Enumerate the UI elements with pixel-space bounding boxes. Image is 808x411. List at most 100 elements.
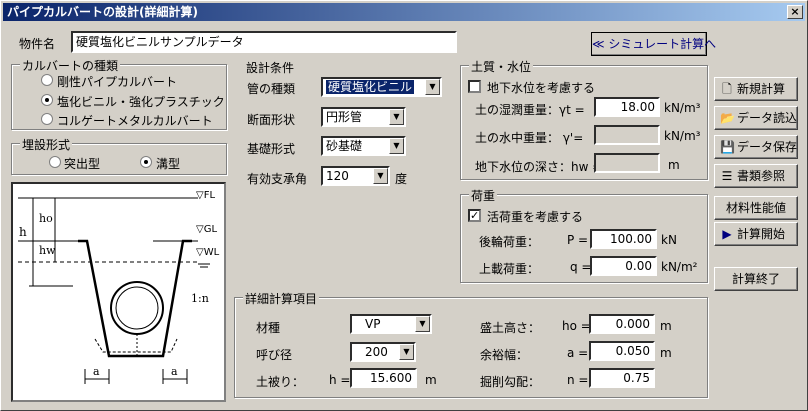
- dropdown-arrow-icon[interactable]: ▼: [399, 344, 414, 360]
- section-shape-label: 断面形状: [247, 113, 296, 127]
- doc-ref-label: 書類参照: [737, 169, 786, 183]
- hw-label: hw: [39, 244, 56, 257]
- project-name-input[interactable]: 硬質塩化ビニルサンプルデータ: [71, 31, 457, 53]
- pipe-type-label: 管の種類: [247, 82, 296, 96]
- doc-ref-button[interactable]: ☰ 書類参照: [714, 164, 798, 188]
- save-data-button[interactable]: 💾 データ保存: [714, 135, 798, 159]
- project-label: 物件名: [19, 37, 56, 51]
- radio-pvc-frp[interactable]: [41, 94, 53, 106]
- radio-pvc-frp-label: 塩化ビニル・強化プラスチック: [57, 95, 225, 109]
- dropdown-arrow-icon[interactable]: ▼: [415, 316, 430, 332]
- fill-height-input[interactable]: 0.000: [589, 314, 655, 334]
- soil-water-title: 土質・水位: [469, 58, 534, 75]
- radio-projecting-label: 突出型: [64, 157, 101, 171]
- design-conditions-title: 設計条件: [244, 59, 297, 76]
- radio-corrugated-label: コルゲートメタルカルバート: [57, 114, 213, 128]
- water-depth-unit: m: [668, 158, 680, 172]
- material-props-button[interactable]: 材料性能値: [714, 196, 798, 220]
- wheel-load-label: 後輪荷重：: [479, 235, 540, 249]
- surcharge-input[interactable]: 0.00: [590, 256, 657, 276]
- surcharge-unit: kN/m²: [661, 260, 698, 274]
- live-load-label: 活荷重を考慮する: [487, 210, 584, 224]
- support-angle-unit: 度: [395, 172, 408, 186]
- wet-weight-label: 土の湿潤重量：γt =: [475, 103, 585, 117]
- nominal-diameter-value: 200: [365, 345, 388, 359]
- burial-type-title: 埋設形式: [20, 136, 73, 153]
- wheel-load-symbol: P =: [567, 233, 589, 247]
- new-calc-button[interactable]: 🗋 新規計算: [714, 77, 798, 101]
- excavation-slope-label: 掘削勾配：: [480, 375, 541, 389]
- save-data-label: データ保存: [737, 140, 798, 154]
- base-type-value: 砂基礎: [326, 139, 363, 153]
- fl-marker: ▽FL: [196, 190, 216, 201]
- submerged-weight-input[interactable]: [594, 125, 660, 145]
- dropdown-arrow-icon[interactable]: ▼: [389, 138, 404, 154]
- close-button[interactable]: ×: [787, 5, 803, 19]
- fill-height-unit: m: [660, 319, 672, 333]
- dropdown-arrow-icon[interactable]: ▼: [389, 109, 404, 125]
- live-load-checkbox[interactable]: ✓: [468, 209, 481, 222]
- margin-width-symbol: a =: [567, 346, 589, 360]
- material-value: VP: [365, 317, 381, 331]
- margin-a-right: a: [171, 365, 178, 378]
- radio-corrugated[interactable]: [41, 113, 53, 125]
- water-depth-label: 地下水位の深さ：hw =: [475, 160, 603, 174]
- window-title: パイプカルバートの設計(詳細計算): [7, 5, 198, 19]
- save-disk-icon: 💾: [720, 140, 735, 154]
- margin-width-label: 余裕幅：: [480, 348, 529, 362]
- main-window: パイプカルバートの設計(詳細計算) × 物件名 硬質塩化ビニルサンプルデータ ≪…: [0, 0, 808, 411]
- new-file-icon: 🗋: [722, 82, 732, 96]
- burial-type-group: 埋設形式: [11, 136, 227, 175]
- support-angle-select[interactable]: 120 ▼: [321, 166, 390, 186]
- fill-height-symbol: ho =: [562, 319, 591, 333]
- radio-rigid-pipe[interactable]: [41, 74, 53, 86]
- dropdown-arrow-icon[interactable]: ▼: [373, 168, 388, 184]
- detail-items-title: 詳細計算項目: [243, 290, 320, 307]
- wheel-load-input[interactable]: 100.00: [590, 229, 657, 249]
- base-type-select[interactable]: 砂基礎 ▼: [321, 136, 406, 156]
- culvert-type-title: カルバートの種類: [20, 57, 121, 74]
- material-select[interactable]: VP ▼: [350, 314, 432, 334]
- wheel-load-unit: kN: [661, 233, 677, 247]
- surcharge-symbol: q =: [570, 260, 592, 274]
- wet-weight-input[interactable]: 18.00: [594, 97, 660, 117]
- simulate-button[interactable]: ≪ シミュレート計算へ: [591, 32, 716, 56]
- load-title: 荷重: [469, 187, 498, 204]
- start-calc-button[interactable]: ▶ 計算開始: [714, 222, 798, 246]
- fill-height-label: 盛土高さ：: [480, 321, 541, 335]
- wl-marker: ▽WL: [196, 247, 220, 258]
- cover-label: 土被り：: [256, 375, 305, 389]
- base-type-label: 基礎形式: [247, 142, 296, 156]
- support-angle-label: 有効支承角: [247, 172, 308, 186]
- section-shape-select[interactable]: 円形管 ▼: [321, 107, 406, 127]
- nominal-diameter-label: 呼び径: [256, 348, 293, 362]
- load-data-button[interactable]: 📂 データ読込: [714, 106, 798, 130]
- pipe-type-select[interactable]: 硬質塩化ビニル ▼: [321, 77, 442, 97]
- radio-projecting[interactable]: [49, 156, 61, 168]
- nominal-diameter-select[interactable]: 200 ▼: [350, 342, 416, 362]
- start-calc-label: 計算開始: [737, 227, 786, 241]
- exit-calc-button[interactable]: 計算終了: [714, 267, 798, 291]
- load-data-label: データ読込: [737, 111, 798, 125]
- slope-label: 1:n: [191, 292, 209, 305]
- surcharge-label: 上載荷重：: [479, 262, 540, 276]
- water-depth-input[interactable]: [594, 153, 660, 173]
- ho-label: ho: [39, 212, 53, 225]
- cover-input[interactable]: 15.600: [350, 368, 417, 388]
- title-bar: パイプカルバートの設計(詳細計算) ×: [3, 3, 805, 21]
- play-arrow-icon: ▶: [722, 227, 732, 241]
- new-calc-label: 新規計算: [737, 82, 786, 96]
- open-folder-icon: 📂: [720, 111, 735, 125]
- gl-marker: ▽GL: [196, 224, 218, 235]
- submerged-weight-label: 土の水中重量： γ'=: [475, 131, 584, 145]
- groundwater-checkbox[interactable]: [468, 80, 481, 93]
- support-angle-value: 120: [326, 169, 349, 183]
- cover-symbol: h =: [329, 373, 351, 387]
- excavation-slope-input[interactable]: 0.75: [589, 368, 655, 388]
- radio-trench[interactable]: [140, 156, 152, 168]
- radio-rigid-pipe-label: 剛性パイプカルバート: [57, 75, 178, 89]
- dropdown-arrow-icon[interactable]: ▼: [425, 79, 440, 95]
- margin-a-left: a: [93, 365, 100, 378]
- margin-width-input[interactable]: 0.050: [589, 341, 655, 361]
- material-label: 材種: [256, 321, 281, 335]
